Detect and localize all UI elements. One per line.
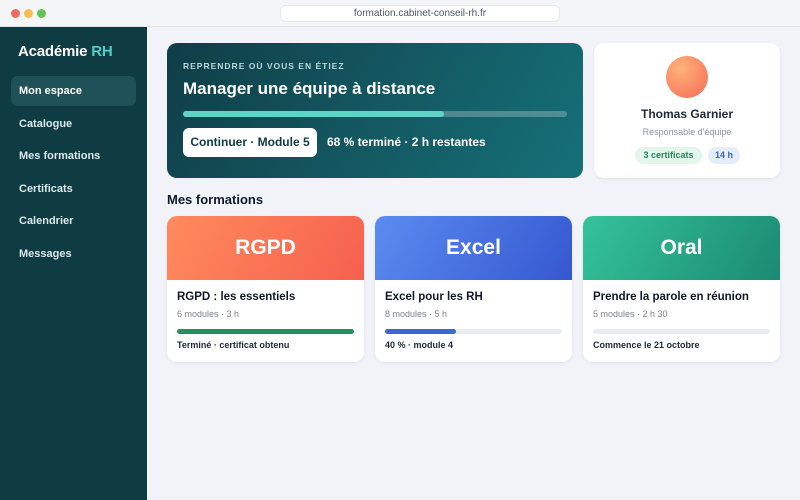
course-progress-bar (593, 329, 770, 334)
continue-button[interactable]: Continuer · Module 5 (183, 128, 317, 157)
course-card-excel[interactable]: Excel Excel pour les RH 8 modules · 5 h … (375, 216, 572, 362)
sidebar-item-catalogue[interactable]: Catalogue (11, 109, 136, 139)
certificates-badge: 3 certificats (635, 147, 702, 164)
main-content: REPRENDRE OÙ VOUS EN ÉTIEZ Manager une é… (147, 27, 800, 500)
sidebar-nav: Mon espace Catalogue Mes formations Cert… (11, 76, 136, 271)
course-progress-fill (177, 329, 354, 334)
course-banner: Excel (375, 216, 572, 280)
minimize-window-button[interactable] (24, 9, 33, 18)
brand-accent: RH (91, 43, 113, 60)
address-bar[interactable]: formation.cabinet-conseil-rh.fr (280, 5, 560, 22)
sidebar-item-messages[interactable]: Messages (11, 239, 136, 269)
course-progress-bar (177, 329, 354, 334)
browser-toolbar: formation.cabinet-conseil-rh.fr (0, 0, 800, 27)
resume-progress-bar (183, 111, 567, 117)
course-meta: 5 modules · 2 h 30 (593, 309, 668, 319)
section-title: Mes formations (167, 192, 264, 207)
resume-eyebrow: REPRENDRE OÙ VOUS EN ÉTIEZ (183, 61, 345, 71)
close-window-button[interactable] (11, 9, 20, 18)
brand-name: Académie (18, 43, 88, 60)
course-meta: 8 modules · 5 h (385, 309, 448, 319)
profile-role: Responsable d'équipe (642, 127, 732, 137)
brand-logo[interactable]: Académie RH (18, 43, 113, 60)
resume-course-title: Manager une équipe à distance (183, 79, 436, 98)
course-title: Excel pour les RH (385, 291, 483, 303)
sidebar-item-mon-espace[interactable]: Mon espace (11, 76, 136, 106)
course-status: Commence le 21 octobre (593, 340, 700, 350)
maximize-window-button[interactable] (37, 9, 46, 18)
sidebar-item-certificats[interactable]: Certificats (11, 174, 136, 204)
course-title: Prendre la parole en réunion (593, 291, 749, 303)
course-progress-bar (385, 329, 562, 334)
course-meta: 6 modules · 3 h (177, 309, 240, 319)
course-card-rgpd[interactable]: RGPD RGPD : les essentiels 6 modules · 3… (167, 216, 364, 362)
hours-badge: 14 h (708, 147, 740, 164)
profile-card: Thomas Garnier Responsable d'équipe 3 ce… (594, 43, 780, 178)
sidebar-item-mes-formations[interactable]: Mes formations (11, 141, 136, 171)
profile-name: Thomas Garnier (640, 107, 734, 121)
course-status: Terminé · certificat obtenu (177, 340, 290, 350)
course-status: 40 % · module 4 (385, 340, 454, 350)
resume-course-banner: REPRENDRE OÙ VOUS EN ÉTIEZ Manager une é… (167, 43, 583, 178)
course-banner: Oral (583, 216, 780, 280)
course-title: RGPD : les essentiels (177, 291, 296, 303)
avatar[interactable] (666, 56, 708, 98)
course-banner: RGPD (167, 216, 364, 280)
course-progress-fill (385, 329, 456, 334)
resume-progress-fill (183, 111, 445, 117)
sidebar: Académie RH Mon espace Catalogue Mes for… (0, 27, 147, 500)
sidebar-item-calendrier[interactable]: Calendrier (11, 206, 136, 236)
resume-status: 68 % terminé · 2 h restantes (327, 135, 486, 149)
course-card-oral[interactable]: Oral Prendre la parole en réunion 5 modu… (583, 216, 780, 362)
